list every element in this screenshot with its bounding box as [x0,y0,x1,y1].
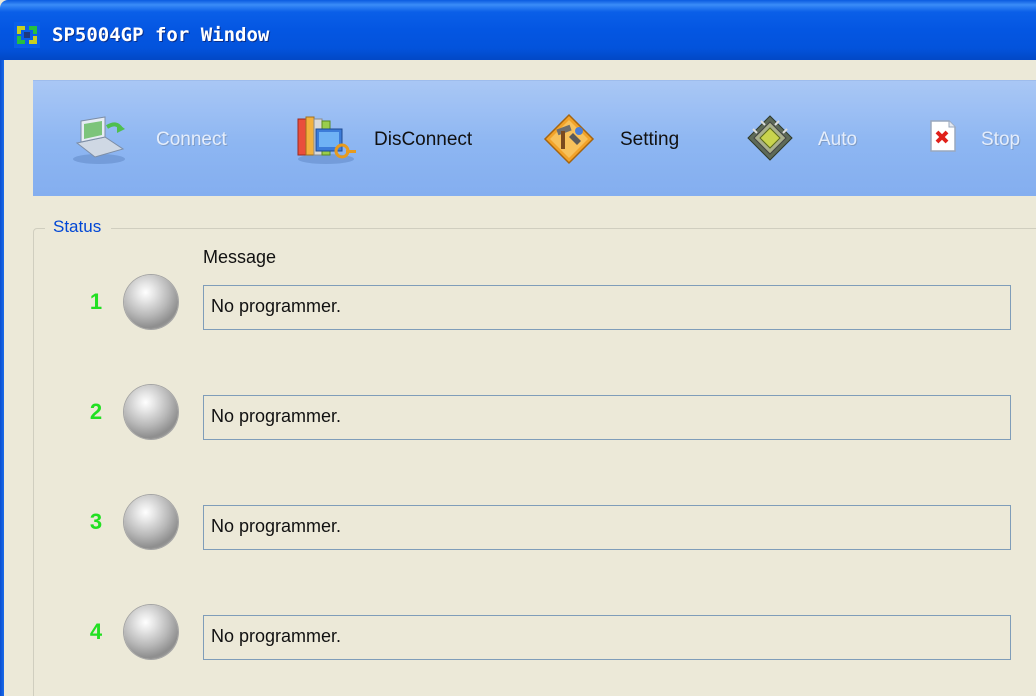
title-bar[interactable]: SP5004GP for Window [0,0,1036,60]
message-text-3: No programmer. [211,516,342,536]
gray-led-icon [124,495,178,549]
status-group-title: Status [45,217,112,237]
disconnect-button[interactable]: DisConnect [288,81,503,196]
disconnect-label: DisConnect [374,129,473,150]
row-number-3: 3 [89,509,103,534]
connect-button[interactable]: Connect [63,81,248,196]
books-key-icon [297,116,356,164]
setting-button[interactable]: Setting [538,81,713,196]
message-text-4: No programmer. [211,626,342,646]
stop-button[interactable]: Stop [921,81,1036,196]
row-number-2: 2 [89,399,103,424]
message-box-2: No programmer. [203,395,1011,440]
message-box-1: No programmer. [203,285,1011,330]
setting-label: Setting [620,129,680,150]
tools-icon [543,113,595,165]
red-x-icon [930,120,956,152]
window-title: SP5004GP for Window [52,24,270,46]
toolbar: Connect DisConnect Setting Auto Stop [33,80,1036,196]
connect-label: Connect [156,129,227,150]
auto-button[interactable]: Auto [743,81,903,196]
gray-led-icon [124,275,178,329]
stop-label: Stop [981,129,1021,150]
message-box-4: No programmer. [203,615,1011,660]
gray-led-icon [124,385,178,439]
message-text-1: No programmer. [211,296,342,316]
row-number-1: 1 [89,289,103,314]
message-box-3: No programmer. [203,505,1011,550]
gray-led-icon [124,605,178,659]
app-logo-icon [14,22,40,48]
row-number-4: 4 [89,619,103,644]
app-window: SP5004GP for Window Connect DisConnect S… [0,0,1036,696]
message-column-header: Message [203,247,277,267]
laptop-connect-icon [73,116,125,164]
chip-icon [747,115,793,161]
auto-label: Auto [818,129,858,150]
message-text-2: No programmer. [211,406,342,426]
